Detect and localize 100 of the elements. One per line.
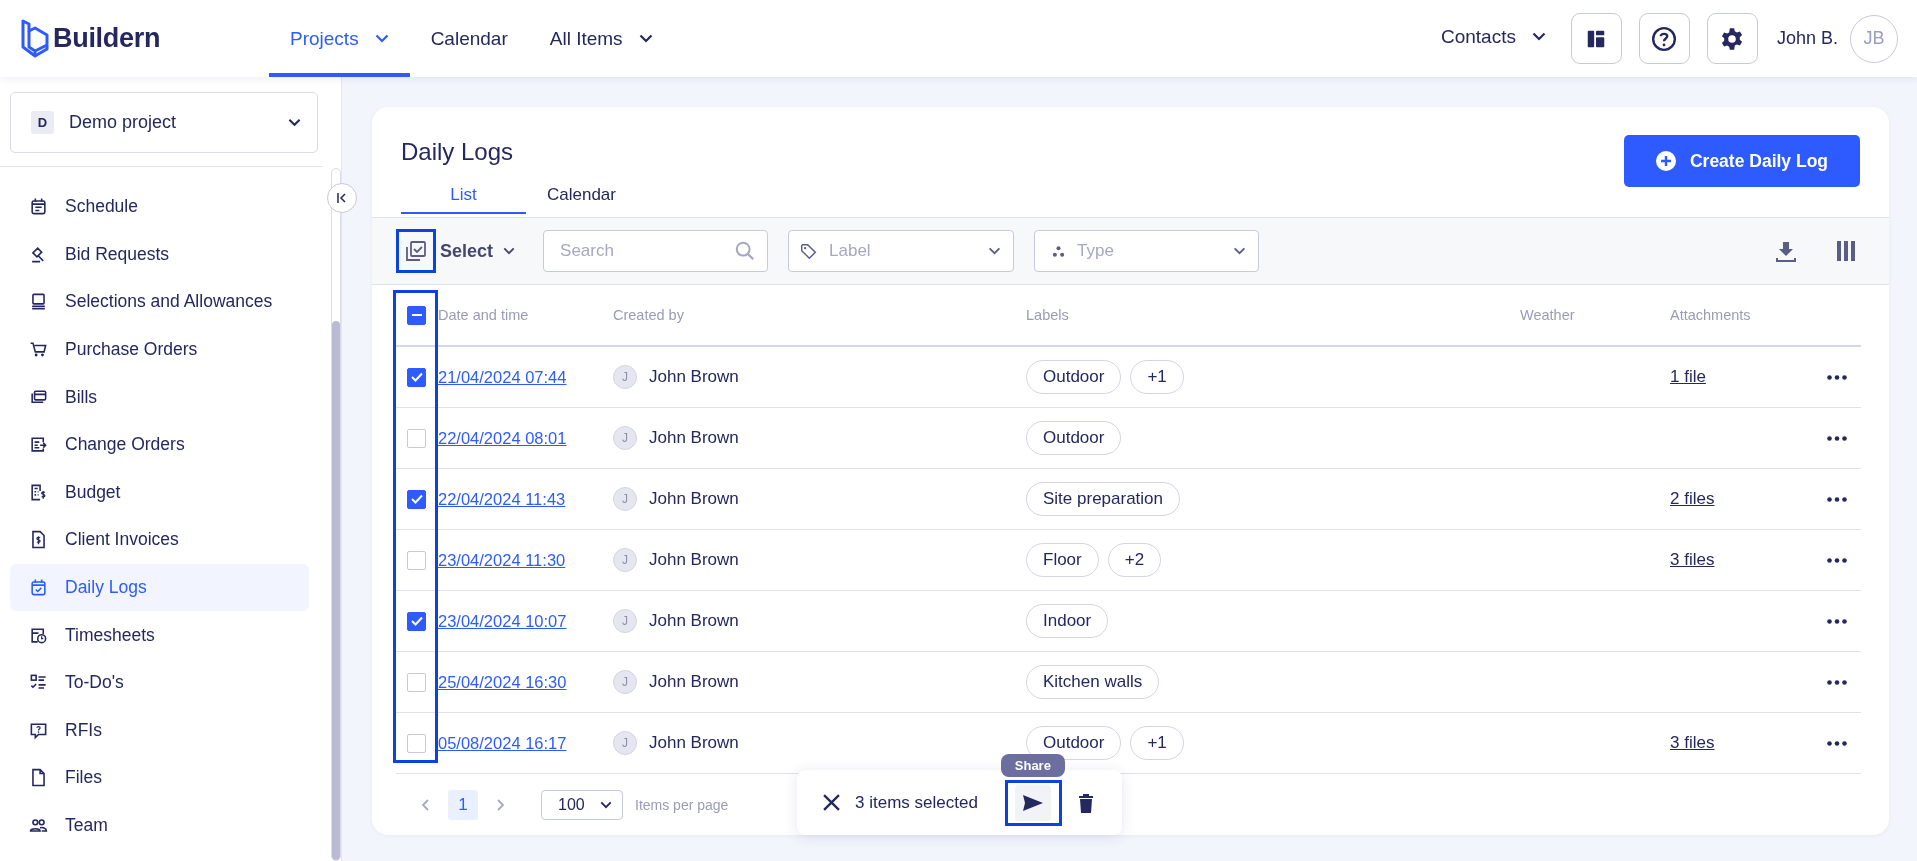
- more-icon: [1827, 435, 1847, 441]
- highlight-frame: [1004, 779, 1062, 826]
- project-name: Demo project: [69, 112, 177, 133]
- sidebar-item[interactable]: Client Invoices: [10, 516, 309, 564]
- author-name: John Brown: [649, 611, 739, 631]
- download-icon: [1775, 240, 1797, 262]
- sidebar-item[interactable]: Selections and Allowances: [10, 278, 309, 326]
- people-icon: [29, 816, 48, 835]
- logo-icon: [20, 17, 50, 60]
- file-icon: [29, 768, 48, 788]
- close-icon: [822, 794, 840, 811]
- user-name: John B.: [1776, 28, 1838, 49]
- date-link[interactable]: 22/04/2024 11:43: [438, 489, 566, 509]
- sidebar-item[interactable]: Schedule: [10, 183, 309, 231]
- tag-icon: [800, 242, 818, 260]
- scrollbar-thumb[interactable]: [332, 321, 340, 860]
- settings-button[interactable]: [1706, 13, 1758, 64]
- more-icon: [1827, 679, 1847, 685]
- calculator-dollar-icon: [29, 482, 48, 502]
- chevron-down-icon: [638, 34, 653, 43]
- author-name: John Brown: [649, 489, 739, 509]
- help-icon: [1651, 25, 1678, 52]
- author-avatar: J: [613, 731, 637, 755]
- row-checkbox[interactable]: [407, 428, 426, 448]
- trash-icon: [1077, 792, 1094, 813]
- clock-document-icon: [29, 625, 48, 645]
- collapse-icon: [336, 192, 348, 204]
- sidebar-item[interactable]: Daily Logs: [10, 563, 309, 612]
- date-link[interactable]: 22/04/2024 08:01: [438, 428, 567, 448]
- select-dropdown[interactable]: Select: [440, 240, 516, 262]
- attachments-link[interactable]: 3 files: [1670, 550, 1715, 569]
- sidebar-item[interactable]: Change Orders: [10, 420, 309, 469]
- dashboard-button[interactable]: [1570, 13, 1622, 64]
- share-button[interactable]: [1015, 784, 1052, 821]
- tooltip: Share: [1000, 753, 1065, 777]
- nav-tab[interactable]: All Items: [528, 0, 674, 77]
- author-avatar: J: [613, 487, 637, 511]
- items-per-page-label: Items per page: [635, 796, 729, 813]
- search-field[interactable]: Search: [543, 230, 769, 272]
- date-link[interactable]: 23/04/2024 11:30: [438, 550, 566, 570]
- calendar-check-icon: [29, 578, 48, 598]
- shapes-icon: [1052, 244, 1066, 258]
- create-daily-log-button[interactable]: Create Daily Log: [1624, 135, 1860, 187]
- select-all-checkbox[interactable]: [407, 305, 426, 325]
- more-icon: [1827, 557, 1847, 563]
- chevron-down-icon: [503, 247, 516, 255]
- sidebar-item[interactable]: To-Do's: [10, 658, 309, 707]
- plus-circle-icon: [1655, 151, 1676, 171]
- contacts-menu[interactable]: Contacts: [1440, 0, 1554, 77]
- question-bubble-icon: [29, 720, 48, 740]
- view-tab[interactable]: Calendar: [526, 178, 637, 214]
- sidebar-item[interactable]: Budget: [10, 468, 309, 517]
- author-name: John Brown: [649, 672, 739, 692]
- logo-text[interactable]: Buildern: [53, 23, 161, 54]
- attachments-link[interactable]: 3 files: [1670, 733, 1715, 752]
- date-link[interactable]: 23/04/2024 10:07: [438, 611, 567, 631]
- chevron-down-icon: [1233, 247, 1247, 255]
- sidebar-item[interactable]: RFIs: [10, 706, 309, 755]
- chevron-right-icon: [497, 798, 505, 811]
- date-link[interactable]: 21/04/2024 07:44: [438, 367, 567, 387]
- sidebar-item[interactable]: Files: [10, 754, 309, 802]
- row-checkbox[interactable]: [407, 672, 426, 692]
- project-selector[interactable]: D Demo project: [10, 92, 318, 153]
- check-icon: [410, 616, 423, 626]
- date-link[interactable]: 25/04/2024 16:30: [438, 672, 567, 692]
- sidebar-item[interactable]: Timesheets: [10, 611, 309, 659]
- sidebar-item[interactable]: Bills: [10, 373, 309, 421]
- chevron-down-icon: [600, 800, 612, 809]
- attachments-link[interactable]: 1 file: [1670, 367, 1706, 386]
- sidebar-item[interactable]: Team: [10, 801, 309, 850]
- nav-tab[interactable]: Calendar: [409, 0, 529, 77]
- row-checkbox[interactable]: [407, 550, 426, 570]
- view-tab[interactable]: List: [401, 178, 526, 214]
- sidebar-item[interactable]: Bid Requests: [10, 230, 309, 279]
- more-icon: [1827, 496, 1847, 502]
- help-button[interactable]: [1638, 13, 1690, 64]
- more-icon: [1827, 374, 1847, 380]
- author-avatar: J: [613, 670, 637, 694]
- row-checkbox[interactable]: [407, 611, 426, 631]
- check-icon: [410, 494, 423, 504]
- attachments-link[interactable]: 2 files: [1670, 489, 1715, 508]
- multi-select-icon: [405, 240, 427, 262]
- check-icon: [410, 372, 423, 382]
- chevron-down-icon: [1531, 32, 1546, 41]
- dollar-document-icon: [29, 530, 48, 550]
- page-number[interactable]: 1: [448, 789, 478, 820]
- row-checkbox[interactable]: [407, 489, 426, 509]
- row-checkbox[interactable]: [407, 733, 426, 753]
- highlight-frame: [396, 229, 436, 273]
- date-link[interactable]: 05/08/2024 16:17: [438, 733, 567, 753]
- author-name: John Brown: [649, 733, 739, 753]
- chevron-down-icon: [288, 118, 301, 127]
- minus-icon: [411, 314, 422, 316]
- monitor-icon: [29, 292, 48, 312]
- row-checkbox[interactable]: [407, 367, 426, 387]
- more-icon: [1827, 618, 1847, 624]
- per-page-dropdown[interactable]: 100: [541, 789, 623, 820]
- author-name: John Brown: [649, 550, 739, 570]
- sidebar-item[interactable]: Purchase Orders: [10, 325, 309, 374]
- collapse-sidebar-button[interactable]: [327, 183, 357, 213]
